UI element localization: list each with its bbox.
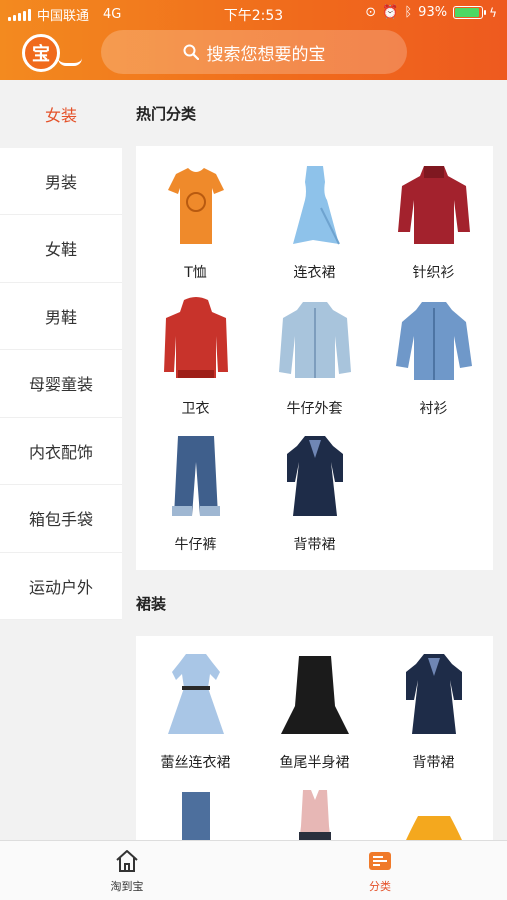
alarm-icon: ⏰: [382, 5, 399, 20]
colorblock-dress-icon: [298, 790, 331, 840]
category-image: [273, 432, 357, 522]
sidebar-item[interactable]: 女鞋: [0, 215, 122, 283]
category-image: [273, 296, 357, 386]
lock-rotation-icon: ⊙: [365, 5, 377, 20]
sidebar-item[interactable]: 运动户外: [0, 552, 122, 620]
search-placeholder: 搜索您想要的宝: [206, 44, 326, 65]
tab-bar: 淘到宝 分类: [0, 840, 507, 900]
category-label: 背带裙: [412, 755, 455, 771]
category-cell[interactable]: 背带裙: [374, 646, 493, 782]
lace-dress-icon: [167, 654, 224, 734]
category-label: 背带裙: [293, 537, 336, 553]
category-image: [154, 160, 238, 250]
header: 中国联通 4G 下午2:53 ⊙ ⏰ ᛒ 93% ϟ 宝 搜索您想要的宝: [0, 0, 507, 80]
search-icon: [183, 44, 199, 60]
category-sidebar: 女装 男装 女鞋 男鞋 母婴童装 内衣配饰 箱包手袋 运动户外: [0, 80, 122, 620]
category-cell[interactable]: 针织衫: [374, 156, 493, 292]
pinafore-icon: [405, 654, 462, 734]
category-cell[interactable]: 牛仔外套: [255, 292, 374, 428]
search-bar[interactable]: 搜索您想要的宝: [101, 30, 407, 74]
sidebar-item[interactable]: 内衣配饰: [0, 417, 122, 485]
category-label: 卫衣: [181, 401, 210, 417]
tab-home[interactable]: 淘到宝: [82, 847, 172, 894]
category-image: [154, 786, 238, 840]
category-cell[interactable]: 鱼尾半身裙: [255, 646, 374, 782]
tab-category[interactable]: 分类: [335, 847, 425, 894]
category-image: [154, 296, 238, 386]
category-label: 针织衫: [412, 265, 455, 281]
mermaid-skirt-icon: [280, 656, 349, 734]
category-cell[interactable]: 卫衣: [136, 292, 255, 428]
hoodie-icon: [163, 297, 228, 378]
jeans-icon: [171, 436, 220, 516]
hot-category-grid: T恤 连衣裙 针织衫卫衣 牛仔外套 衬衫牛仔裤 背带裙: [136, 146, 493, 570]
bluetooth-icon: ᛒ: [404, 5, 413, 20]
skirt-category-grid: 蕾丝连衣裙 鱼尾半身裙 背带裙: [136, 636, 493, 840]
category-label: 连衣裙: [293, 265, 336, 281]
denim-skirt-icon: [181, 792, 210, 840]
category-cell[interactable]: 背带裙: [255, 428, 374, 564]
logo-text: 宝: [32, 44, 50, 65]
battery-icon: [453, 6, 487, 19]
category-image: [273, 160, 357, 250]
category-cell[interactable]: 牛仔裤: [136, 428, 255, 564]
category-cell[interactable]: 连衣裙: [255, 156, 374, 292]
pinafore-icon: [286, 436, 343, 516]
charging-icon: ϟ: [489, 5, 497, 20]
category-image: [273, 786, 357, 840]
category-cell[interactable]: T恤: [136, 156, 255, 292]
category-image: [154, 650, 238, 740]
category-icon: [369, 852, 391, 870]
denim-jacket-icon: [278, 302, 351, 378]
category-label: 牛仔外套: [286, 401, 343, 417]
tab-category-label: 分类: [369, 880, 391, 893]
section-title-skirts: 裙装: [136, 594, 167, 613]
dress-icon: [292, 166, 340, 245]
sidebar-item[interactable]: 男装: [0, 147, 122, 215]
sidebar-item[interactable]: 母婴童装: [0, 350, 122, 418]
app-logo[interactable]: 宝: [22, 34, 60, 72]
category-cell[interactable]: [374, 782, 493, 840]
section-title-hot: 热门分类: [136, 104, 197, 123]
logo-tail-icon: [58, 58, 82, 66]
battery-percent: 93%: [418, 5, 448, 20]
sweater-icon: [397, 166, 470, 244]
category-content[interactable]: 热门分类 T恤 连衣裙 针织衫 卫衣 牛仔外套 衬衫 牛仔裤 背带裙 裙装 蕾丝连衣裙 鱼尾半身…: [136, 80, 493, 840]
category-image: [392, 296, 476, 386]
category-label: 蕾丝连衣裙: [160, 755, 231, 771]
category-cell[interactable]: 蕾丝连衣裙: [136, 646, 255, 782]
category-cell[interactable]: [255, 782, 374, 840]
category-image: [273, 650, 357, 740]
category-image: [154, 432, 238, 522]
category-cell[interactable]: [136, 782, 255, 840]
sidebar-item[interactable]: 箱包手袋: [0, 485, 122, 553]
category-label: 牛仔裤: [174, 537, 217, 553]
sidebar-item[interactable]: 男鞋: [0, 282, 122, 350]
category-label: T恤: [184, 265, 207, 281]
status-bar: 中国联通 4G 下午2:53 ⊙ ⏰ ᛒ 93% ϟ: [0, 0, 507, 26]
tab-home-label: 淘到宝: [110, 880, 144, 893]
category-label: 衬衫: [419, 401, 448, 417]
category-image: [392, 650, 476, 740]
category-image: [392, 786, 476, 840]
category-image: [392, 160, 476, 250]
tshirt-icon: [167, 168, 224, 244]
shirt-icon: [395, 302, 472, 380]
category-cell[interactable]: 衬衫: [374, 292, 493, 428]
home-icon: [116, 850, 138, 872]
category-label: 鱼尾半身裙: [279, 755, 350, 771]
yellow-skirt-icon: [405, 816, 462, 840]
sidebar-item[interactable]: 女装: [0, 80, 122, 148]
